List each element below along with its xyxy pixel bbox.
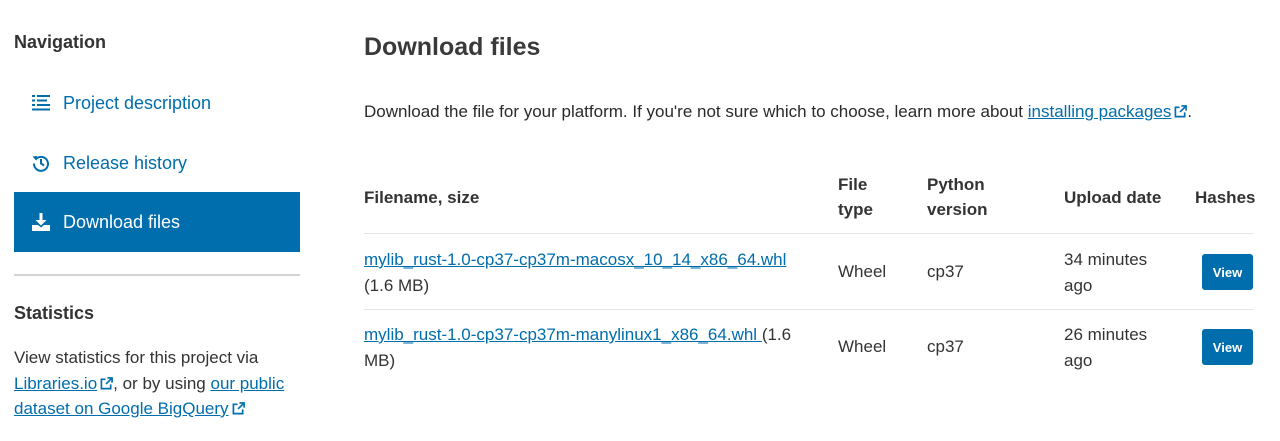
statistics-text-pre: View statistics for this project via [14,348,259,367]
external-link-icon [232,402,245,415]
sidebar-divider [14,274,300,276]
column-header-file-type: File type [838,175,873,219]
file-download-link[interactable]: mylib_rust-1.0-cp37-cp37m-manylinux1_x86… [364,325,762,344]
table-row-filename: mylib_rust-1.0-cp37-cp37m-macosx_10_14_x… [364,247,814,299]
history-icon [32,154,50,172]
column-header-upload-date: Upload date [1064,188,1162,207]
libraries-io-link[interactable]: Libraries.io [14,374,114,393]
table-row-filename: mylib_rust-1.0-cp37-cp37m-manylinux1_x86… [364,322,814,374]
sidebar-item-project-description[interactable]: Project description [14,73,300,133]
file-size: (1.6 MB) [364,276,430,295]
statistics-text-mid: , or by using [113,373,211,393]
table-row-python-version: cp37 [927,262,964,281]
file-download-link[interactable]: mylib_rust-1.0-cp37-cp37m-macosx_10_14_x… [364,250,786,269]
table-row-file-type: Wheel [838,262,887,281]
sidebar-item-label: Project description [63,92,212,113]
page-title: Download files [364,33,541,61]
table-row-upload-date: 34 minutes ago [1064,250,1148,295]
intro-text: Download the file for your platform. If … [364,102,1193,121]
installing-packages-link[interactable]: installing packages [1028,102,1188,121]
column-header-hashes: Hashes [1195,188,1256,207]
table-row-divider [364,309,1253,310]
statistics-text: View statistics for this project via Lib… [14,345,304,422]
sidebar-item-download-files[interactable]: Download files [14,192,300,252]
align-left-icon [32,94,50,112]
sidebar-item-release-history[interactable]: Release history [14,133,300,193]
view-hashes-button[interactable]: View [1202,329,1253,365]
table-row-python-version: cp37 [927,337,964,356]
table-row-file-type: Wheel [838,337,887,356]
sidebar-item-label: Download files [63,211,181,232]
column-header-filename: Filename, size [364,188,480,207]
column-header-python-version: Python version [927,175,988,219]
sidebar-item-label: Release history [63,152,188,173]
external-link-icon [100,376,114,389]
view-hashes-button[interactable]: View [1202,254,1253,290]
table-row-divider [364,233,1253,234]
download-icon [32,213,50,231]
statistics-heading: Statistics [14,303,95,323]
external-link-icon [1174,105,1188,118]
navigation-heading: Navigation [14,32,107,52]
table-row-upload-date: 26 minutes ago [1064,325,1148,370]
